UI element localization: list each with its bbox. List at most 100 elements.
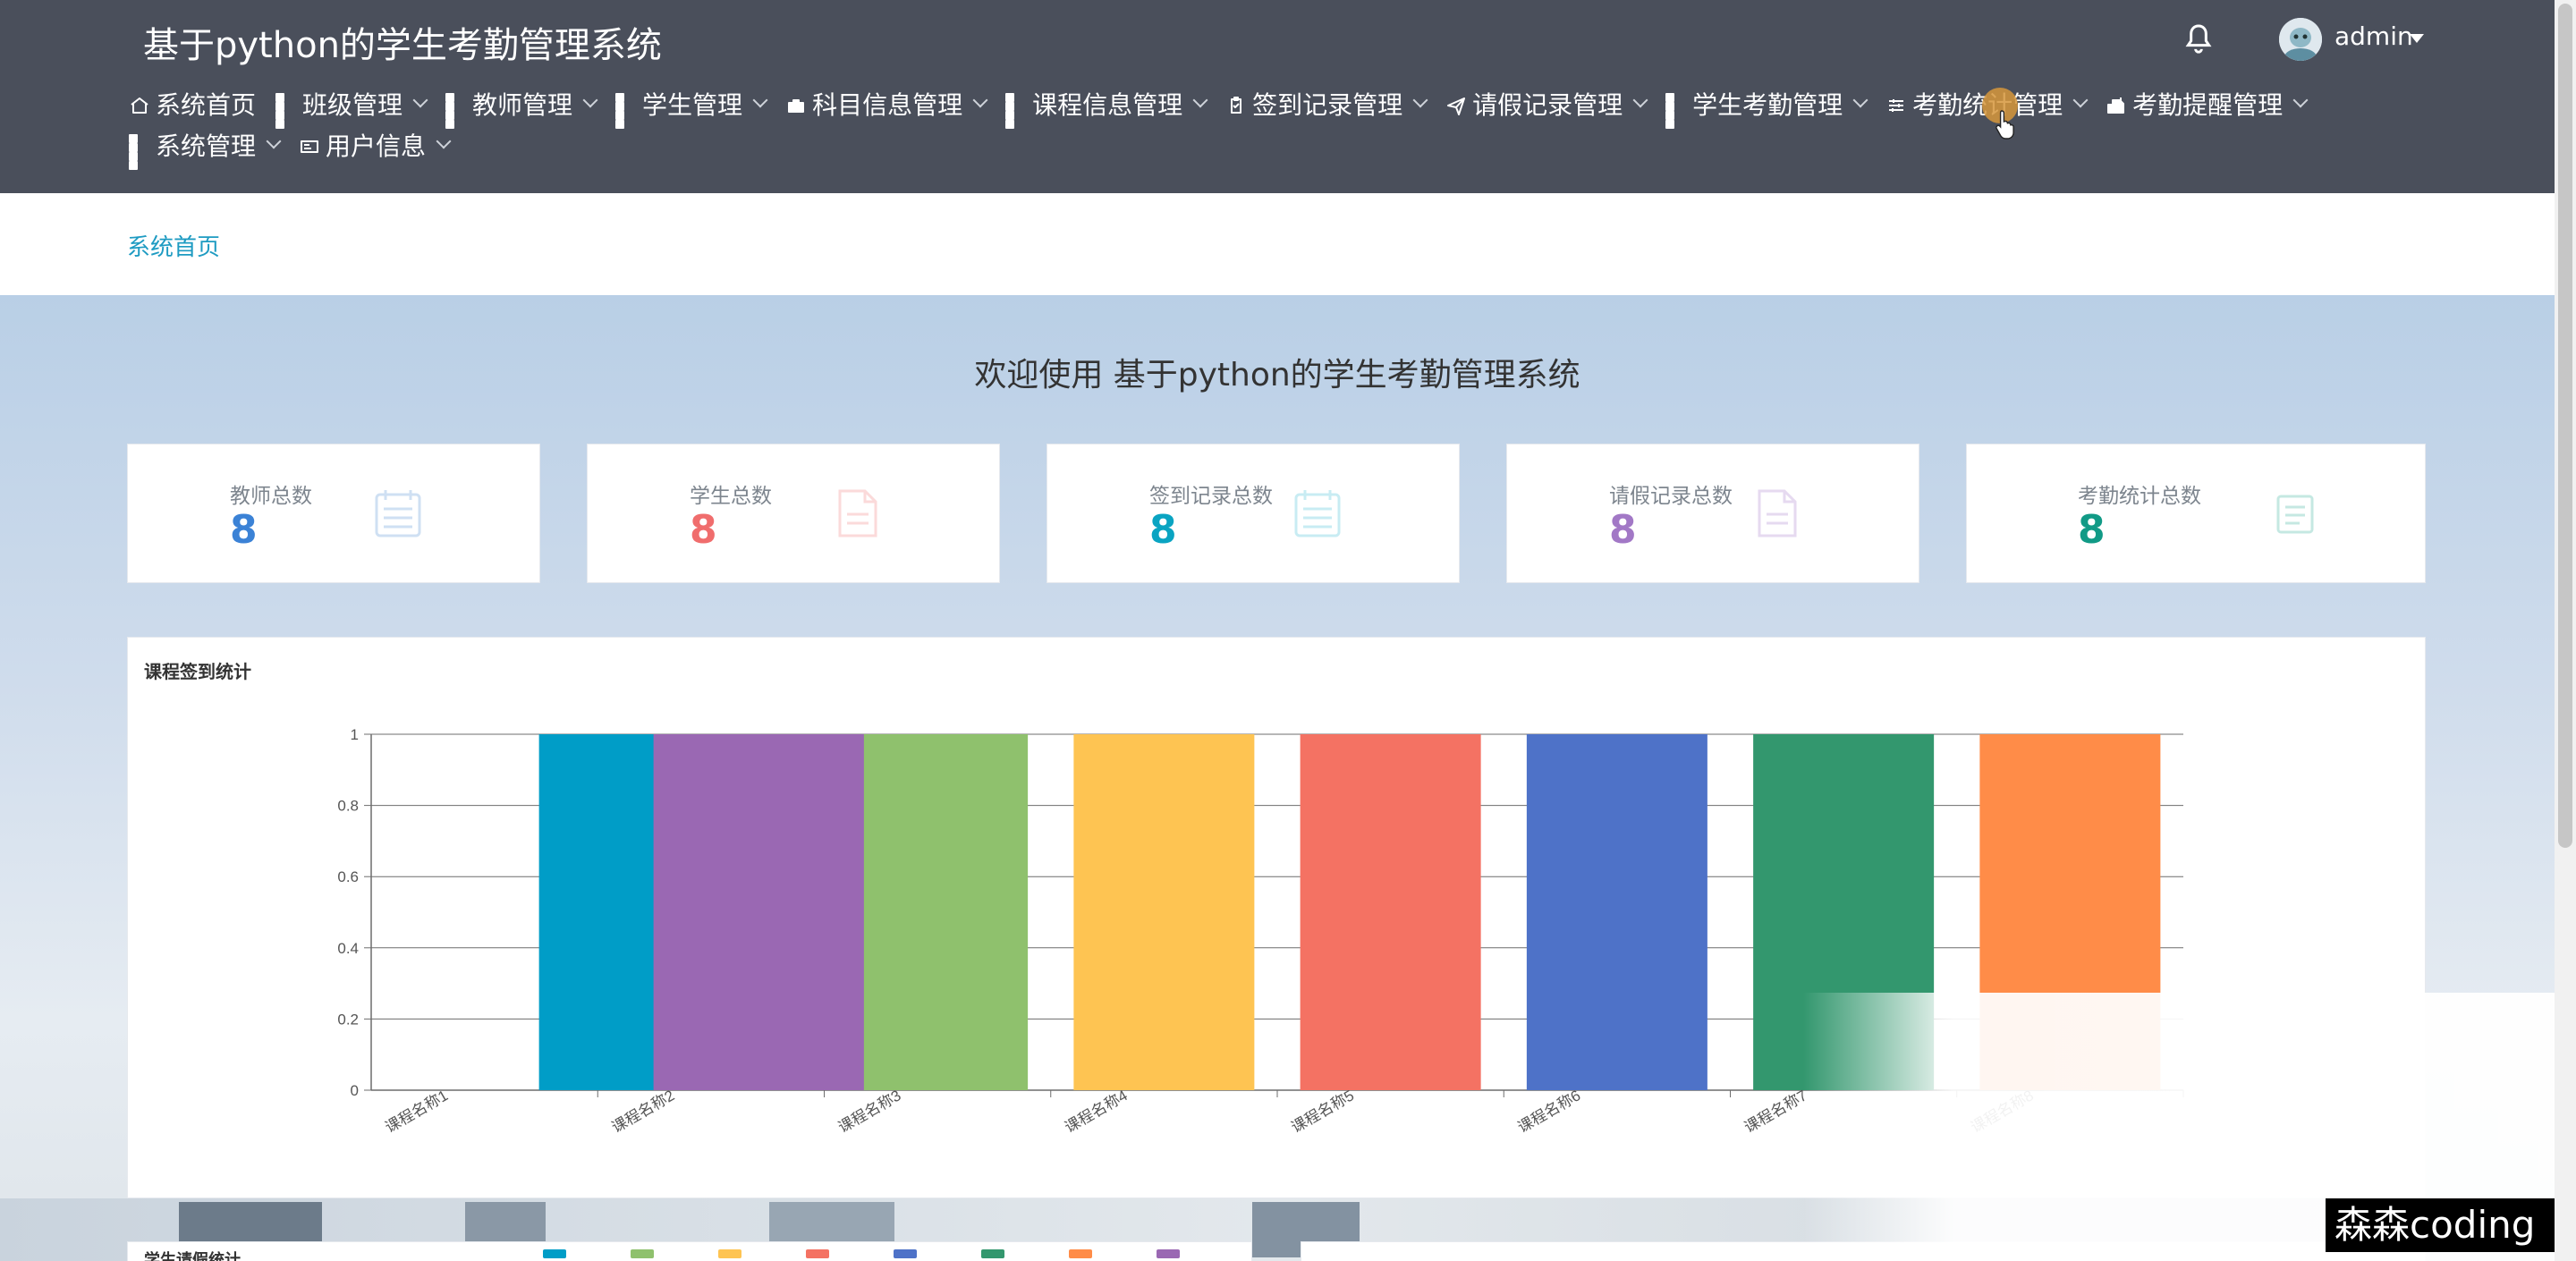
breadcrumb-home-link[interactable]: 系统首页 [127, 229, 220, 262]
welcome-heading: 欢迎使用 基于python的学生考勤管理系统 [974, 357, 1580, 394]
nav-item-13[interactable]: 用户信息 [299, 127, 452, 163]
legend-swatch[interactable] [894, 1249, 917, 1258]
grid-icon [1005, 93, 1027, 129]
stat-card-checkins: 签到记录总数 8 [1046, 444, 1460, 583]
bar [1073, 734, 1255, 1090]
y-tick-label: 1 [351, 726, 359, 743]
chevron-down-icon [2292, 92, 2309, 108]
nav-item-2[interactable]: 班级管理 [275, 86, 428, 129]
stat-label: 考勤统计总数 [2078, 485, 2201, 508]
main-nav-row-2: 系统管理 用户信息 [129, 125, 469, 170]
app-title: 基于python的学生考勤管理系统 [143, 25, 662, 66]
breadcrumb: 系统首页 [0, 193, 2555, 295]
legend-swatch[interactable] [718, 1249, 741, 1258]
stat-label: 签到记录总数 [1149, 485, 1273, 508]
y-tick-label: 0.8 [337, 798, 359, 815]
bar [1526, 734, 1707, 1090]
chevron-down-icon [1632, 92, 1648, 108]
nav-item-label: 签到记录管理 [1252, 90, 1403, 120]
bell-icon[interactable] [2181, 21, 2216, 57]
list-icon [2276, 495, 2314, 534]
chevron-down-icon [1192, 92, 1208, 108]
document-icon [838, 489, 877, 537]
user-dropdown-caret-icon[interactable] [2410, 34, 2424, 43]
hand-cursor-icon [1996, 110, 2014, 140]
nav-item-label: 系统管理 [156, 131, 257, 161]
stat-value: 8 [230, 507, 258, 553]
y-tick-label: 0.2 [337, 1011, 359, 1028]
stat-value: 8 [690, 507, 717, 553]
chevron-down-icon [1412, 92, 1428, 108]
stat-card-teachers: 教师总数 8 [127, 444, 540, 583]
chevron-down-icon [266, 133, 282, 149]
legend-swatch[interactable] [1069, 1249, 1092, 1258]
stat-card-attendance-stats: 考勤统计总数 8 [1966, 444, 2426, 583]
y-tick-label: 0.6 [337, 868, 359, 885]
watermark: 森森coding [2326, 1198, 2555, 1252]
nav-item-label: 学生考勤管理 [1692, 90, 1843, 120]
bar [684, 734, 864, 1090]
chevron-down-icon [436, 133, 452, 149]
nav-item-label: 系统首页 [156, 90, 257, 120]
legend-swatch[interactable] [1157, 1249, 1180, 1258]
legend-swatch[interactable] [806, 1249, 829, 1258]
nav-item-6[interactable]: 课程信息管理 [1005, 86, 1208, 129]
legend-swatch[interactable] [543, 1249, 566, 1258]
nav-item-9[interactable]: 学生考勤管理 [1665, 86, 1868, 129]
y-tick-label: 0 [351, 1082, 359, 1099]
nav-item-label: 用户信息 [326, 131, 427, 161]
stat-card-students: 学生总数 8 [587, 444, 1000, 583]
y-tick-label: 0.4 [337, 940, 359, 957]
grid-icon [445, 93, 467, 129]
nav-item-1[interactable]: 系统首页 [129, 86, 256, 122]
chevron-down-icon [412, 92, 428, 108]
leave-stats-panel: 学生请假统计 [127, 1241, 1252, 1261]
stat-label: 教师总数 [230, 485, 312, 508]
bar [1300, 734, 1481, 1090]
home-icon [129, 93, 150, 114]
stat-label: 请假记录总数 [1609, 485, 1733, 508]
x-tick-label: 课程名称2 [609, 1087, 678, 1136]
calendar-icon [1294, 490, 1341, 537]
x-tick-label: 课程名称7 [1741, 1087, 1810, 1136]
nav-item-label: 学生管理 [642, 90, 743, 120]
nav-item-3[interactable]: 教师管理 [445, 86, 598, 129]
nav-item-4[interactable]: 学生管理 [615, 86, 768, 129]
grid-icon [615, 93, 637, 129]
scrollbar-thumb[interactable] [2558, 4, 2572, 848]
grid-icon [1665, 93, 1687, 129]
x-tick-label: 课程名称5 [1289, 1087, 1358, 1136]
id-card-icon [299, 134, 320, 156]
bar [538, 734, 654, 1090]
x-tick-label: 课程名称1 [383, 1087, 452, 1136]
stat-value: 8 [1609, 507, 1637, 553]
legend-swatch[interactable] [631, 1249, 654, 1258]
page-scrollbar[interactable] [2555, 0, 2576, 1261]
bar [847, 734, 1029, 1090]
chevron-down-icon [2072, 92, 2089, 108]
avatar[interactable] [2279, 18, 2322, 61]
nav-item-8[interactable]: 请假记录管理 [1445, 86, 1648, 122]
nav-item-label: 教师管理 [472, 90, 573, 120]
user-avatar-icon [2279, 18, 2322, 61]
chevron-down-icon [1852, 92, 1868, 108]
nav-item-5[interactable]: 科目信息管理 [785, 86, 988, 122]
top-header: 基于python的学生考勤管理系统 admin 系统首页 班级管理 教师管理 学生管理… [0, 0, 2555, 193]
sliders-icon [1885, 93, 1907, 114]
clipboard-icon [1225, 93, 1247, 114]
nav-item-label: 班级管理 [302, 90, 403, 120]
grid-icon [275, 93, 297, 129]
x-tick-label: 课程名称6 [1515, 1087, 1584, 1136]
legend-swatch[interactable] [981, 1249, 1004, 1258]
nav-item-11[interactable]: 考勤提醒管理 [2106, 86, 2309, 122]
chevron-down-icon [582, 92, 598, 108]
x-tick-label: 课程名称4 [1062, 1087, 1131, 1136]
user-name[interactable]: admin [2334, 21, 2413, 51]
document-icon [1758, 489, 1797, 537]
mailbox-icon [2106, 93, 2127, 114]
nav-item-label: 考勤提醒管理 [2132, 90, 2284, 120]
stat-value: 8 [2078, 507, 2106, 553]
briefcase-icon [785, 93, 807, 114]
nav-item-12[interactable]: 系统管理 [129, 127, 282, 170]
nav-item-7[interactable]: 签到记录管理 [1225, 86, 1428, 122]
